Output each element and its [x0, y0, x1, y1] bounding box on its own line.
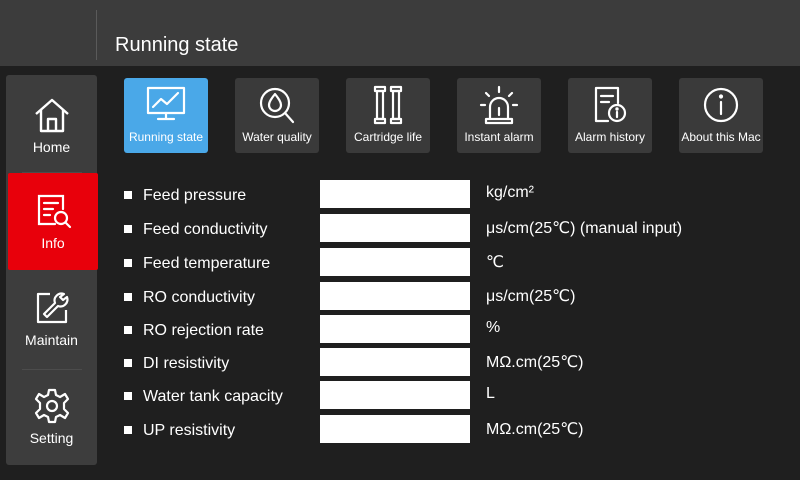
bullet-icon — [124, 359, 132, 367]
bullet-icon — [124, 426, 132, 434]
up-resistivity-field[interactable] — [320, 415, 470, 443]
header-divider — [96, 10, 97, 60]
tab-label: Water quality — [242, 130, 312, 144]
bullet-icon — [124, 326, 132, 334]
tab-water-quality[interactable]: Water quality — [235, 78, 319, 153]
parameter-unit: μs/cm(25℃) — [486, 288, 576, 305]
tab-about-this-mac[interactable]: About this Mac — [679, 78, 763, 153]
sidebar-item-label: Setting — [29, 430, 74, 446]
feed-conductivity-field[interactable] — [320, 214, 470, 242]
tab-label: Instant alarm — [464, 130, 534, 144]
chart-monitor-icon — [146, 86, 186, 121]
feed-pressure-field[interactable] — [320, 180, 470, 208]
tab-label: About this Mac — [681, 130, 761, 144]
sidebar-item-label: Info — [41, 235, 65, 251]
tab-alarm-history[interactable]: Alarm history — [568, 78, 652, 153]
sidebar-item-maintain[interactable]: Maintain — [6, 272, 97, 369]
parameter-unit: μs/cm(25℃) (manual input) — [486, 220, 683, 237]
tab-running-state[interactable]: Running state — [124, 78, 208, 153]
sidebar-item-info[interactable]: Info — [8, 173, 98, 270]
parameter-label: Feed conductivity — [143, 221, 268, 238]
bullet-icon — [124, 392, 132, 400]
info-search-icon — [37, 194, 72, 229]
parameter-label: RO conductivity — [143, 289, 256, 306]
tab-label: Running state — [128, 130, 204, 144]
sidebar-item-label: Home — [32, 139, 71, 155]
row-feed-conductivity: Feed conductivity μs/cm(25℃) (manual inp… — [124, 214, 744, 244]
bullet-icon — [124, 293, 132, 301]
water-drop-search-icon — [259, 87, 295, 124]
row-water-tank-capacity: Water tank capacity L — [124, 381, 744, 411]
row-ro-rejection-rate: RO rejection rate % — [124, 315, 744, 345]
parameter-unit: ℃ — [486, 254, 504, 271]
water-tank-capacity-field[interactable] — [320, 381, 470, 409]
history-document-icon — [594, 86, 627, 123]
sidebar: Home Info Maintain Setting — [6, 75, 98, 465]
home-icon — [34, 98, 69, 133]
ro-conductivity-field[interactable] — [320, 282, 470, 310]
sidebar-item-setting[interactable]: Setting — [6, 370, 97, 465]
row-feed-pressure: Feed pressure kg/cm² — [124, 180, 744, 210]
parameter-label: Water tank capacity — [143, 388, 283, 405]
bullet-icon — [124, 191, 132, 199]
di-resistivity-field[interactable] — [320, 348, 470, 376]
feed-temperature-field[interactable] — [320, 248, 470, 276]
sidebar-item-home[interactable]: Home — [6, 75, 97, 172]
top-bar: Running state — [0, 0, 800, 66]
parameter-unit: kg/cm² — [486, 184, 534, 201]
parameter-unit: % — [486, 319, 501, 336]
tab-cartridge-life[interactable]: Cartridge life — [346, 78, 430, 153]
tab-label: Cartridge life — [353, 130, 423, 144]
parameter-label: Feed pressure — [143, 187, 247, 204]
ro-rejection-rate-field[interactable] — [320, 315, 470, 343]
parameter-unit: L — [486, 385, 495, 402]
sidebar-item-label: Maintain — [25, 332, 78, 348]
tab-label: Alarm history — [574, 130, 645, 144]
wrench-icon — [36, 292, 69, 324]
row-feed-temperature: Feed temperature ℃ — [124, 248, 744, 278]
row-di-resistivity: DI resistivity MΩ.cm(25℃) — [124, 348, 744, 378]
parameter-unit: MΩ.cm(25℃) — [486, 354, 584, 371]
tab-instant-alarm[interactable]: Instant alarm — [457, 78, 541, 153]
info-icon — [703, 87, 739, 123]
parameter-label: RO rejection rate — [143, 322, 264, 339]
parameter-unit: MΩ.cm(25℃) — [486, 421, 584, 438]
gear-icon — [34, 388, 69, 424]
parameter-label: Feed temperature — [143, 255, 271, 272]
cartridge-icon — [373, 85, 403, 125]
parameter-label: UP resistivity — [143, 422, 236, 439]
row-up-resistivity: UP resistivity MΩ.cm(25℃) — [124, 415, 744, 445]
page-title: Running state — [115, 34, 239, 56]
bullet-icon — [124, 225, 132, 233]
row-ro-conductivity: RO conductivity μs/cm(25℃) — [124, 282, 744, 312]
parameter-label: DI resistivity — [143, 355, 230, 372]
alarm-light-icon — [479, 85, 519, 125]
bullet-icon — [124, 259, 132, 267]
